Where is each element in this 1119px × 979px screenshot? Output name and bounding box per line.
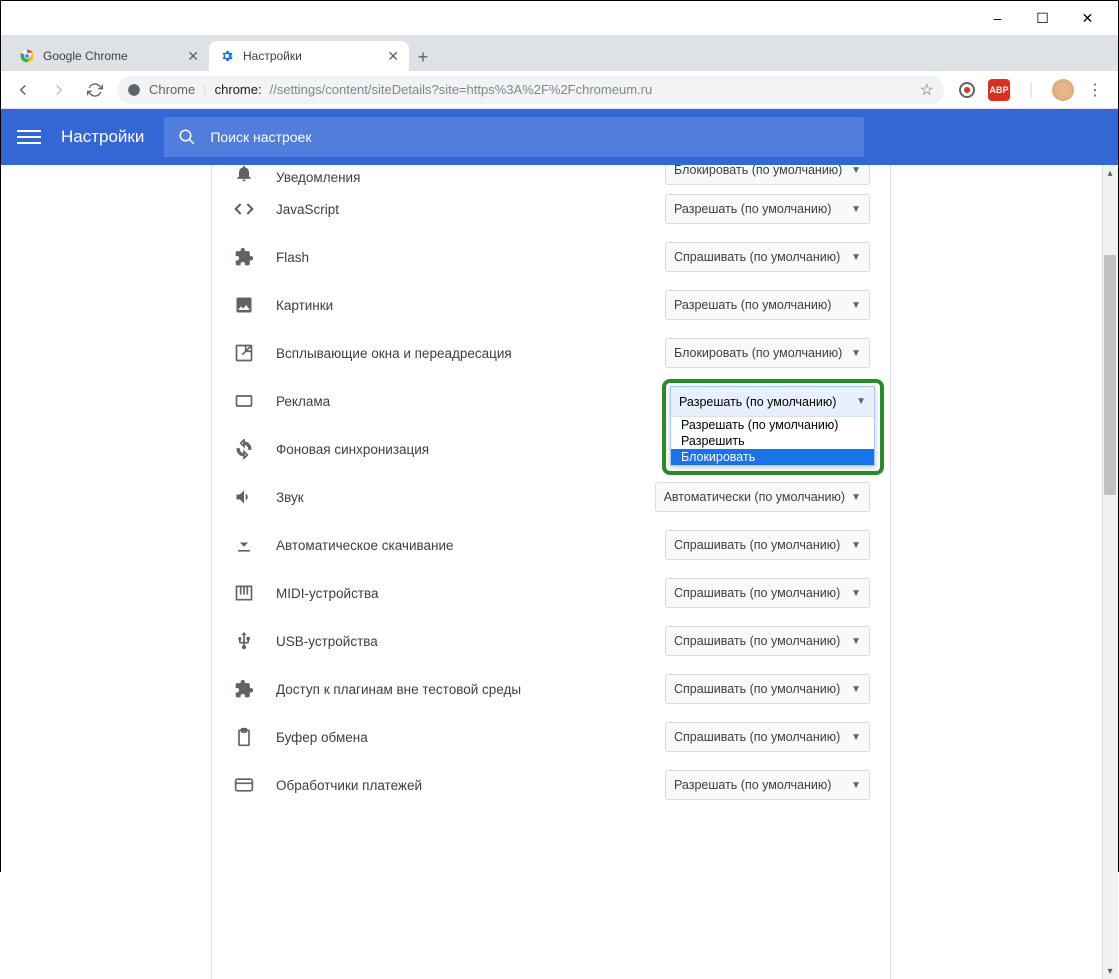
window-maximize-button[interactable]: ☐ xyxy=(1020,3,1065,33)
chrome-chip-label: Chrome xyxy=(149,82,195,97)
perm-row-midi: MIDI-устройства Спрашивать (по умолчанию… xyxy=(212,569,890,617)
adblock-extension-icon[interactable]: ABP xyxy=(988,79,1010,101)
download-icon xyxy=(232,533,256,557)
perm-select-payment[interactable]: Разрешать (по умолчанию)▼ xyxy=(665,770,870,800)
usb-icon xyxy=(232,629,256,653)
vertical-scrollbar[interactable]: ▴ ▾ xyxy=(1102,165,1118,979)
perm-row-notifications: Уведомления Блокировать (по умолчанию)▼ xyxy=(212,165,890,185)
perm-label: Доступ к плагинам вне тестовой среды xyxy=(276,682,665,697)
perm-label: USB-устройства xyxy=(276,634,665,649)
dropdown-selected[interactable]: Разрешать (по умолчанию)▼ xyxy=(671,387,874,417)
yandex-extension-icon[interactable] xyxy=(956,79,978,101)
image-icon xyxy=(232,293,256,317)
perm-row-plugins: Доступ к плагинам вне тестовой среды Спр… xyxy=(212,665,890,713)
chrome-favicon xyxy=(19,48,35,64)
perm-select-clipboard[interactable]: Спрашивать (по умолчанию)▼ xyxy=(665,722,870,752)
perm-label: Уведомления xyxy=(276,170,665,185)
perm-label: Звук xyxy=(276,490,655,505)
perm-select-ads-open[interactable]: Разрешать (по умолчанию)▼ Разрешать (по … xyxy=(670,386,875,466)
clipboard-icon xyxy=(232,725,256,749)
dropdown-option-allow[interactable]: Разрешить xyxy=(671,433,874,449)
perm-select-sound[interactable]: Автоматически (по умолчанию)▼ xyxy=(655,482,870,512)
url-path: //settings/content/siteDetails?site=http… xyxy=(270,82,653,97)
tab-settings[interactable]: Настройки ✕ xyxy=(209,41,409,71)
perm-row-flash: Flash Спрашивать (по умолчанию)▼ xyxy=(212,233,890,281)
puzzle-icon xyxy=(232,677,256,701)
tab-label: Настройки xyxy=(243,49,302,63)
browser-menu-button[interactable]: ⋮ xyxy=(1084,79,1106,101)
perm-select-popups[interactable]: Блокировать (по умолчанию)▼ xyxy=(665,338,870,368)
ads-icon xyxy=(232,389,256,413)
perm-label: JavaScript xyxy=(276,202,665,217)
bell-icon xyxy=(232,165,256,185)
tab-close-button[interactable]: ✕ xyxy=(379,48,399,65)
perm-row-javascript: JavaScript Разрешать (по умолчанию)▼ xyxy=(212,185,890,233)
forward-button[interactable] xyxy=(45,76,73,104)
puzzle-icon xyxy=(232,245,256,269)
perm-label: MIDI-устройства xyxy=(276,586,665,601)
code-icon xyxy=(232,197,256,221)
perm-select-autodownload[interactable]: Спрашивать (по умолчанию)▼ xyxy=(665,530,870,560)
address-bar[interactable]: Chrome | chrome://settings/content/siteD… xyxy=(117,76,944,104)
settings-search-input[interactable]: Поиск настроек xyxy=(164,117,864,157)
perm-label: Всплывающие окна и переадресация xyxy=(276,346,665,361)
gear-favicon xyxy=(219,48,235,64)
perm-label: Flash xyxy=(276,250,665,265)
window-minimize-button[interactable]: – xyxy=(975,3,1020,33)
browser-toolbar: Chrome | chrome://settings/content/siteD… xyxy=(1,71,1118,109)
menu-hamburger-button[interactable] xyxy=(17,130,41,144)
perm-select-notifications[interactable]: Блокировать (по умолчанию)▼ xyxy=(665,165,870,185)
scrollbar-thumb[interactable] xyxy=(1104,255,1116,495)
back-button[interactable] xyxy=(9,76,37,104)
perm-select-javascript[interactable]: Разрешать (по умолчанию)▼ xyxy=(665,194,870,224)
scroll-down-button[interactable]: ▾ xyxy=(1102,963,1118,979)
chrome-chip-icon xyxy=(127,83,141,97)
sound-icon xyxy=(232,485,256,509)
profile-avatar-button[interactable] xyxy=(1052,79,1074,101)
page-title: Настройки xyxy=(61,127,144,147)
perm-row-payment: Обработчики платежей Разрешать (по умолч… xyxy=(212,761,890,809)
tab-close-button[interactable]: ✕ xyxy=(179,48,199,65)
perm-label: Буфер обмена xyxy=(276,730,665,745)
reload-button[interactable] xyxy=(81,76,109,104)
url-host: chrome: xyxy=(215,82,262,97)
perm-label: Картинки xyxy=(276,298,665,313)
window-close-button[interactable]: ✕ xyxy=(1065,3,1110,33)
perm-select-plugins[interactable]: Спрашивать (по умолчанию)▼ xyxy=(665,674,870,704)
new-tab-button[interactable]: + xyxy=(409,43,437,71)
perm-select-images[interactable]: Разрешать (по умолчанию)▼ xyxy=(665,290,870,320)
window-titlebar: – ☐ ✕ xyxy=(1,1,1118,35)
perm-select-midi[interactable]: Спрашивать (по умолчанию)▼ xyxy=(665,578,870,608)
browser-tabstrip: Google Chrome ✕ Настройки ✕ + xyxy=(1,35,1118,71)
perm-label: Обработчики платежей xyxy=(276,778,665,793)
perm-select-flash[interactable]: Спрашивать (по умолчанию)▼ xyxy=(665,242,870,272)
search-icon xyxy=(178,128,196,146)
perm-row-images: Картинки Разрешать (по умолчанию)▼ xyxy=(212,281,890,329)
perm-select-usb[interactable]: Спрашивать (по умолчанию)▼ xyxy=(665,626,870,656)
tab-label: Google Chrome xyxy=(43,49,128,63)
perm-row-clipboard: Буфер обмена Спрашивать (по умолчанию)▼ xyxy=(212,713,890,761)
creditcard-icon xyxy=(232,773,256,797)
perm-row-popups: Всплывающие окна и переадресация Блокиро… xyxy=(212,329,890,377)
perm-row-usb: USB-устройства Спрашивать (по умолчанию)… xyxy=(212,617,890,665)
midi-icon xyxy=(232,581,256,605)
perm-row-autodownload: Автоматическое скачивание Спрашивать (по… xyxy=(212,521,890,569)
sync-icon xyxy=(232,437,256,461)
site-permissions-panel: Уведомления Блокировать (по умолчанию)▼ … xyxy=(211,165,891,979)
bookmark-star-icon[interactable]: ☆ xyxy=(920,80,934,100)
dropdown-option-block[interactable]: Блокировать xyxy=(671,449,874,465)
perm-row-sound: Звук Автоматически (по умолчанию)▼ xyxy=(212,473,890,521)
search-placeholder: Поиск настроек xyxy=(210,129,311,145)
settings-scroll-area: Уведомления Блокировать (по умолчанию)▼ … xyxy=(1,165,1118,979)
popup-icon xyxy=(232,341,256,365)
scroll-up-button[interactable]: ▴ xyxy=(1102,165,1118,181)
perm-label: Автоматическое скачивание xyxy=(276,538,665,553)
settings-header: Настройки Поиск настроек xyxy=(1,109,1118,165)
dropdown-option-allow-default[interactable]: Разрешать (по умолчанию) xyxy=(671,417,874,433)
tab-google-chrome[interactable]: Google Chrome ✕ xyxy=(9,41,209,71)
